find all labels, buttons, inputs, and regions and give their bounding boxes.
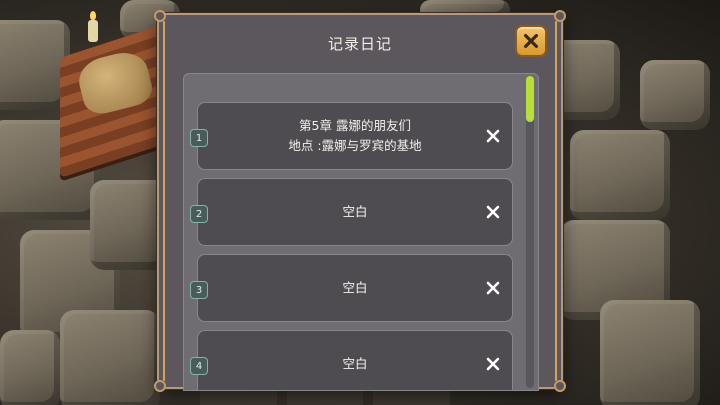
- frame-corner-ornament: [554, 10, 566, 22]
- slot-number-badge: 4: [190, 357, 208, 375]
- save-slot-2[interactable]: 2 空白: [190, 178, 513, 246]
- delete-x-icon: [486, 357, 500, 371]
- close-x-icon: [523, 33, 539, 49]
- save-slot-list[interactable]: 1 第5章 露娜的朋友们 地点 :露娜与罗宾的基地 2 空白 3 空白 4 空白: [183, 73, 539, 391]
- diary-dialog: 记录日记 1 第5章 露娜的朋友们 地点 :露娜与罗宾的基地 2 空白 3 空白…: [154, 10, 566, 392]
- frame-corner-ornament: [154, 380, 166, 392]
- delete-x-icon: [486, 281, 500, 295]
- slot-empty-label: 空白: [342, 204, 368, 219]
- save-slot-1[interactable]: 1 第5章 露娜的朋友们 地点 :露娜与罗宾的基地: [190, 102, 513, 170]
- rock: [600, 300, 700, 405]
- delete-x-icon: [486, 129, 500, 143]
- scrollbar[interactable]: [526, 76, 534, 388]
- delete-slot-button[interactable]: [484, 279, 502, 297]
- save-slot-3[interactable]: 3 空白: [190, 254, 513, 322]
- slot-empty-label: 空白: [342, 280, 368, 295]
- slot-number-badge: 1: [190, 129, 208, 147]
- rock: [570, 130, 670, 220]
- close-button[interactable]: [515, 25, 547, 57]
- slot-chapter-title: 第5章 露娜的朋友们: [299, 118, 411, 133]
- save-slot-4[interactable]: 4 空白: [190, 330, 513, 390]
- dialog-title: 记录日记: [327, 35, 392, 53]
- delete-slot-button[interactable]: [484, 127, 502, 145]
- slot-number-badge: 3: [190, 281, 208, 299]
- scrollbar-thumb[interactable]: [526, 76, 534, 122]
- rock: [60, 310, 160, 405]
- slot-empty-label: 空白: [342, 356, 368, 371]
- candle-icon: [88, 11, 98, 42]
- slot-location: 地点 :露娜与罗宾的基地: [288, 138, 422, 153]
- rock: [640, 60, 710, 130]
- frame-corner-ornament: [154, 10, 166, 22]
- rock: [0, 330, 60, 405]
- delete-slot-button[interactable]: [484, 355, 502, 373]
- frame-corner-ornament: [554, 380, 566, 392]
- slot-number-badge: 2: [190, 205, 208, 223]
- delete-x-icon: [486, 205, 500, 219]
- delete-slot-button[interactable]: [484, 203, 502, 221]
